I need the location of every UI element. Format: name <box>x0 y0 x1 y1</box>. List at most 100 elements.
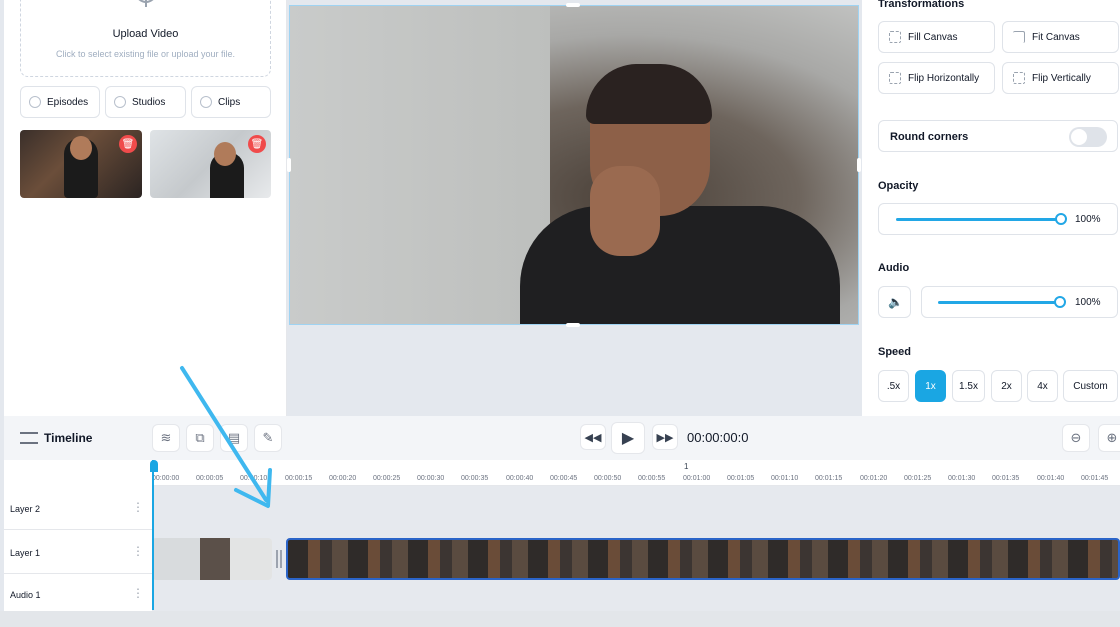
radio-icon <box>200 96 212 108</box>
resize-handle-right[interactable] <box>857 158 861 172</box>
filter-label: Episodes <box>47 96 89 108</box>
resize-handle-bottom[interactable] <box>566 323 580 327</box>
media-thumbnail[interactable]: 🗑 <box>20 130 142 198</box>
annotation-arrow-icon <box>180 366 272 508</box>
video-clip[interactable] <box>152 538 272 580</box>
more-vertical-icon[interactable]: ⋮ <box>132 586 144 600</box>
transformations-title: Transformations <box>878 0 965 10</box>
upload-subtitle: Click to select existing file or upload … <box>55 49 236 59</box>
ruler-tick: 00:00:25 <box>373 475 401 482</box>
speed-option-4x[interactable]: 4x <box>1027 370 1058 402</box>
timecode-display: 00:00:00:0 <box>687 430 749 445</box>
preview-background <box>290 6 550 324</box>
flip-vertical-icon <box>1013 72 1025 84</box>
ruler-tick: 00:01:25 <box>904 475 932 482</box>
media-filters: Episodes Studios Clips <box>20 86 271 118</box>
track-label-layer-2: Layer 2 ⋮ <box>4 486 152 530</box>
play-icon[interactable]: ▶ <box>611 422 645 454</box>
audio-slider-row: 100% <box>921 286 1118 318</box>
audio-volume-button[interactable]: 🔈 <box>878 286 911 318</box>
playhead-handle[interactable] <box>150 460 158 472</box>
speaker-icon: 🔈 <box>888 295 903 309</box>
bottom-scrollbar[interactable] <box>0 611 1120 627</box>
playhead[interactable] <box>152 460 154 610</box>
filter-clips[interactable]: Clips <box>191 86 271 118</box>
track-area[interactable] <box>152 486 1120 611</box>
upload-title: Upload Video <box>112 28 179 40</box>
more-vertical-icon[interactable]: ⋮ <box>132 544 144 558</box>
fit-canvas-icon <box>1013 31 1025 43</box>
track-label-audio-1: Audio 1 ⋮ <box>4 574 152 610</box>
ruler-tick: 00:01:10 <box>771 475 799 482</box>
fast-forward-icon[interactable]: ▶▶ <box>652 424 678 450</box>
filter-episodes[interactable]: Episodes <box>20 86 100 118</box>
ruler-tick: 00:00:55 <box>638 475 666 482</box>
filter-studios[interactable]: Studios <box>105 86 186 118</box>
zoom-in-icon[interactable]: ⊕ <box>1098 424 1120 452</box>
preview-subject-body <box>520 206 840 324</box>
properties-panel: Transformations Fill Canvas Fit Canvas F… <box>862 0 1120 416</box>
filter-label: Studios <box>132 96 166 108</box>
flip-horizontally-button[interactable]: Flip Horizontally <box>878 62 995 94</box>
opacity-slider-track[interactable] <box>896 218 1061 221</box>
media-panel: Upload Video Click to select existing fi… <box>4 0 287 416</box>
flip-vertically-button[interactable]: Flip Vertically <box>1002 62 1119 94</box>
audio-slider-track[interactable] <box>938 301 1060 304</box>
fill-canvas-button[interactable]: Fill Canvas <box>878 21 995 53</box>
ruler-tick: 00:01:05 <box>727 475 755 482</box>
media-thumbnail[interactable]: 🗑 <box>150 130 271 198</box>
video-preview-canvas[interactable] <box>289 5 859 325</box>
resize-handle-top[interactable] <box>566 3 580 7</box>
resize-handle-left[interactable] <box>287 158 291 172</box>
button-label: Fill Canvas <box>908 31 958 43</box>
toggle-knob <box>1071 129 1087 145</box>
video-clip-selected[interactable] <box>286 538 1120 580</box>
ruler-tick: 00:00:30 <box>417 475 445 482</box>
speed-option-1x[interactable]: 1x <box>915 370 946 402</box>
audio-value: 100% <box>1075 297 1101 308</box>
ruler-tick: 00:00:50 <box>594 475 622 482</box>
upload-video-dropzone[interactable]: Upload Video Click to select existing fi… <box>20 0 271 77</box>
speed-option-custom[interactable]: Custom <box>1063 370 1118 402</box>
delete-icon[interactable]: 🗑 <box>248 135 266 153</box>
speed-option-1.5x[interactable]: 1.5x <box>952 370 985 402</box>
button-label: Fit Canvas <box>1032 31 1080 43</box>
ruler-tick: 00:00:20 <box>329 475 357 482</box>
ruler-tick: 00:00:35 <box>461 475 489 482</box>
ruler-tick: 00:01:40 <box>1037 475 1065 482</box>
speed-option-2x[interactable]: 2x <box>991 370 1022 402</box>
thumbnail-face <box>70 136 92 160</box>
button-label: Flip Horizontally <box>908 72 980 84</box>
round-corners-toggle[interactable] <box>1069 127 1107 147</box>
delete-icon[interactable]: 🗑 <box>119 135 137 153</box>
ruler-tick: 00:01:15 <box>815 475 843 482</box>
audio-title: Audio <box>878 262 910 274</box>
rewind-icon[interactable]: ◀◀ <box>580 424 606 450</box>
fill-canvas-icon <box>889 31 901 43</box>
filter-label: Clips <box>218 96 241 108</box>
flip-horizontal-icon <box>889 72 901 84</box>
track-name: Layer 1 <box>10 548 41 558</box>
zoom-out-icon[interactable]: ⊖ <box>1062 424 1090 452</box>
opacity-slider-row: 100% <box>878 203 1118 235</box>
clip-drag-handle-icon[interactable] <box>276 550 282 568</box>
fit-canvas-button[interactable]: Fit Canvas <box>1002 21 1119 53</box>
track-label-layer-1: Layer 1 ⋮ <box>4 530 152 574</box>
more-vertical-icon[interactable]: ⋮ <box>132 500 144 514</box>
opacity-value: 100% <box>1075 214 1101 225</box>
ruler-tick: 00:01:35 <box>992 475 1020 482</box>
opacity-title: Opacity <box>878 180 919 192</box>
audio-slider-thumb[interactable] <box>1054 296 1066 308</box>
speed-option-0.5x[interactable]: .5x <box>878 370 909 402</box>
preview-subject-hair <box>586 64 712 124</box>
ruler-marker: 1 <box>684 462 689 471</box>
track-name: Audio 1 <box>10 590 41 600</box>
preview-subject-hand <box>590 166 660 256</box>
opacity-slider-thumb[interactable] <box>1055 213 1067 225</box>
timeline-ruler[interactable]: 1 00:00:00 00:00:05 00:00:10 00:00:15 00… <box>152 460 1120 486</box>
media-thumbnails: 🗑 🗑 <box>20 130 271 198</box>
upload-icon <box>138 0 154 7</box>
ruler-tick: 00:01:00 <box>683 475 711 482</box>
thumbnail-face <box>214 142 236 166</box>
round-corners-label: Round corners <box>890 131 969 143</box>
